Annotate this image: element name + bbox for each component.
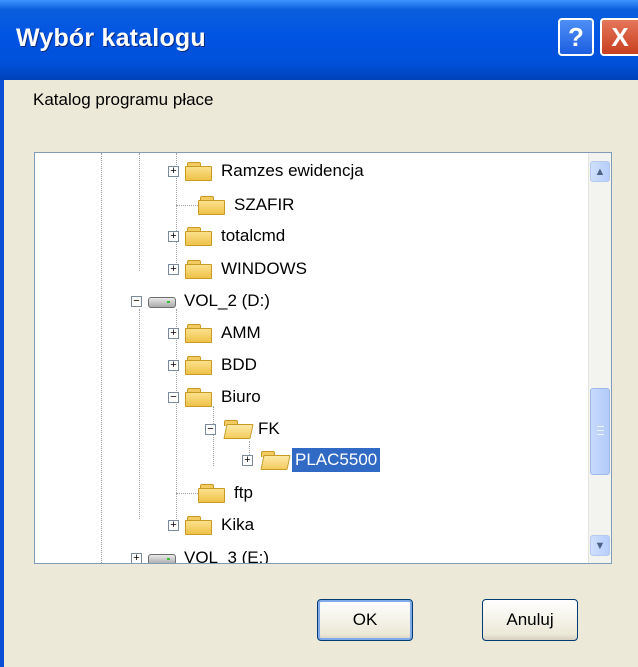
tree-item-ramzes[interactable]: + Ramzes ewidencja xyxy=(168,158,367,184)
tree-item-label: WINDOWS xyxy=(221,259,307,278)
tree-item-plac5500[interactable]: + PLAC5500 xyxy=(242,447,381,473)
expand-icon[interactable]: + xyxy=(168,327,179,339)
collapse-icon[interactable]: − xyxy=(168,391,179,403)
folder-icon xyxy=(185,387,213,407)
tree-item-label: Kika xyxy=(221,515,255,534)
tree-item-label: Biuro xyxy=(221,387,261,406)
cancel-button[interactable]: Anuluj xyxy=(482,599,578,641)
expand-icon[interactable]: + xyxy=(131,552,142,563)
tree-item-vol3[interactable]: + VOL_3 (E:) xyxy=(131,545,272,564)
tree-item-szafir[interactable]: SZAFIR xyxy=(198,192,297,218)
tree-guide-line xyxy=(101,153,102,563)
expand-icon[interactable]: + xyxy=(168,359,179,371)
grip-line xyxy=(597,434,604,435)
expand-icon[interactable]: + xyxy=(168,263,179,275)
dialog-window: Wybór katalogu ? X Katalog programu płac… xyxy=(0,0,638,667)
tree-item-ftp[interactable]: ftp xyxy=(198,480,256,506)
ok-button[interactable]: OK xyxy=(317,599,413,641)
tree-item-biuro[interactable]: − Biuro xyxy=(168,384,264,410)
expand-icon[interactable]: + xyxy=(242,454,253,466)
tree-item-label: ftp xyxy=(234,483,253,502)
tree-item-label: Ramzes ewidencja xyxy=(221,161,364,180)
folder-icon xyxy=(185,226,213,246)
tree-guide-line xyxy=(139,309,140,519)
tree-item-label-selected: PLAC5500 xyxy=(292,448,381,472)
tree-item-label: FK xyxy=(258,419,280,438)
help-button[interactable]: ? xyxy=(558,18,594,56)
expand-icon[interactable]: + xyxy=(168,519,179,531)
tree-item-label: VOL_3 (E:) xyxy=(184,548,270,564)
title-bar[interactable]: Wybór katalogu ? X xyxy=(0,0,638,80)
open-folder-icon xyxy=(222,419,254,439)
drive-icon xyxy=(146,292,176,310)
close-button[interactable]: X xyxy=(600,18,638,56)
tree-item-bdd[interactable]: + BDD xyxy=(168,352,260,378)
tree-guide-line xyxy=(139,153,140,271)
folder-icon xyxy=(198,483,226,503)
folder-icon xyxy=(185,323,213,343)
tree-item-label: SZAFIR xyxy=(234,195,295,214)
tree-item-kika[interactable]: + Kika xyxy=(168,512,257,538)
window-border xyxy=(0,80,4,667)
scrollbar-thumb[interactable] xyxy=(590,388,610,475)
folder-tree[interactable]: + Ramzes ewidencja SZAFIR + totalcmd + W… xyxy=(34,152,612,564)
grip-line xyxy=(597,430,604,431)
collapse-icon[interactable]: − xyxy=(131,295,142,307)
folder-icon xyxy=(185,161,213,181)
prompt-label: Katalog programu płace xyxy=(33,90,214,109)
expand-icon[interactable]: + xyxy=(168,165,179,177)
tree-item-windows[interactable]: + WINDOWS xyxy=(168,256,310,282)
tree-guide-line xyxy=(176,205,198,206)
tree-item-fk[interactable]: − FK xyxy=(205,416,283,442)
folder-icon xyxy=(185,355,213,375)
tree-item-totalcmd[interactable]: + totalcmd xyxy=(168,223,288,249)
tree-item-label: VOL_2 (D:) xyxy=(184,291,270,310)
folder-icon xyxy=(198,195,226,215)
tree-guide-line xyxy=(176,493,198,494)
tree-item-amm[interactable]: + AMM xyxy=(168,320,264,346)
chevron-up-icon[interactable]: ▲ xyxy=(590,161,610,182)
chevron-down-icon[interactable]: ▼ xyxy=(590,535,610,556)
expand-icon[interactable]: + xyxy=(168,230,179,242)
vertical-scrollbar[interactable]: ▲ ▼ xyxy=(588,153,611,563)
folder-icon xyxy=(185,515,213,535)
drive-icon xyxy=(146,549,176,563)
tree-item-label: totalcmd xyxy=(221,226,286,245)
folder-icon xyxy=(185,259,213,279)
tree-item-vol2[interactable]: − VOL_2 (D:) xyxy=(131,288,273,314)
open-folder-icon xyxy=(259,450,291,470)
grip-line xyxy=(597,426,604,427)
tree-item-label: BDD xyxy=(221,355,257,374)
tree-item-label: AMM xyxy=(221,323,261,342)
collapse-icon[interactable]: − xyxy=(205,423,216,435)
window-title: Wybór katalogu xyxy=(16,24,206,52)
